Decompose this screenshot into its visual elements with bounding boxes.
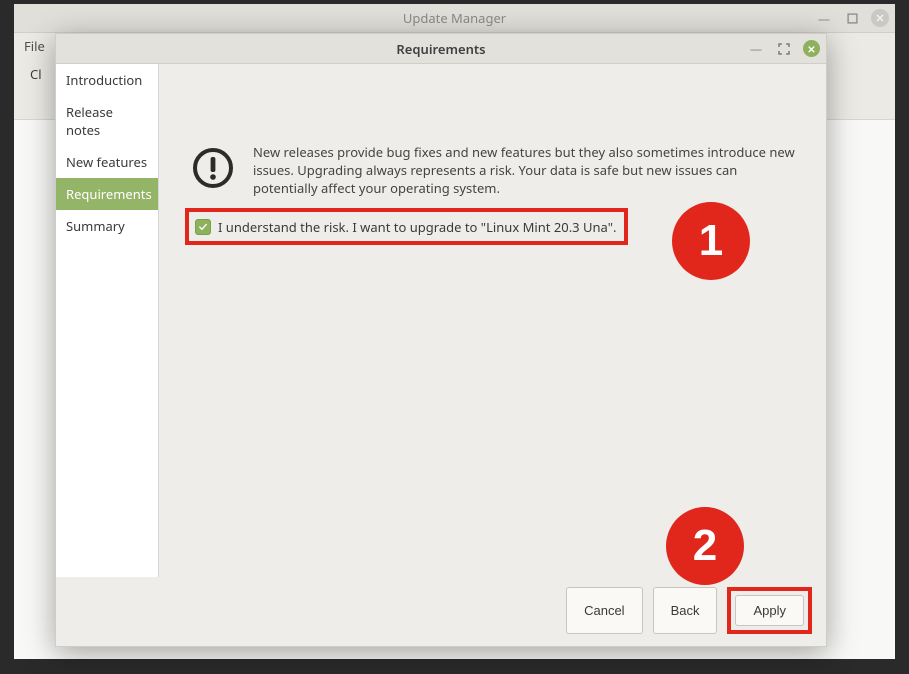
consent-row[interactable]: ✓ I understand the risk. I want to upgra…: [185, 208, 628, 245]
warning-text: New releases provide bug fixes and new f…: [253, 144, 800, 198]
minimize-icon[interactable]: —: [747, 40, 765, 58]
back-button[interactable]: Back: [653, 587, 718, 634]
sidebar: Introduction Release notes New features …: [56, 64, 159, 577]
toolbar-fragment: Cl: [30, 65, 42, 83]
warning-icon: [191, 146, 235, 190]
modal-titlebar[interactable]: Requirements — ✕: [56, 34, 826, 64]
modal-footer: Cancel Back Apply: [56, 577, 826, 646]
cancel-button[interactable]: Cancel: [566, 587, 642, 634]
main-titlebar[interactable]: Update Manager — ✕: [14, 4, 895, 33]
sidebar-item-release-notes[interactable]: Release notes: [56, 96, 158, 146]
content-pane: New releases provide bug fixes and new f…: [159, 64, 826, 577]
sidebar-item-summary[interactable]: Summary: [56, 210, 158, 242]
modal-title: Requirements: [56, 40, 826, 58]
sidebar-item-introduction[interactable]: Introduction: [56, 64, 158, 96]
consent-label: I understand the risk. I want to upgrade…: [218, 218, 617, 236]
apply-highlight: Apply: [727, 587, 812, 634]
maximize-icon[interactable]: [843, 9, 861, 27]
annotation-badge-2: 2: [666, 507, 744, 585]
consent-checkbox[interactable]: ✓: [195, 219, 211, 235]
annotation-badge-1: 1: [672, 202, 750, 280]
minimize-icon[interactable]: —: [815, 9, 833, 27]
sidebar-item-requirements[interactable]: Requirements: [56, 178, 158, 210]
close-icon[interactable]: ✕: [871, 9, 889, 27]
sidebar-item-new-features[interactable]: New features: [56, 146, 158, 178]
apply-button[interactable]: Apply: [735, 595, 804, 626]
close-icon[interactable]: ✕: [803, 40, 820, 57]
maximize-icon[interactable]: [775, 40, 793, 58]
main-window-title: Update Manager: [14, 9, 895, 27]
menu-file[interactable]: File: [18, 35, 51, 57]
